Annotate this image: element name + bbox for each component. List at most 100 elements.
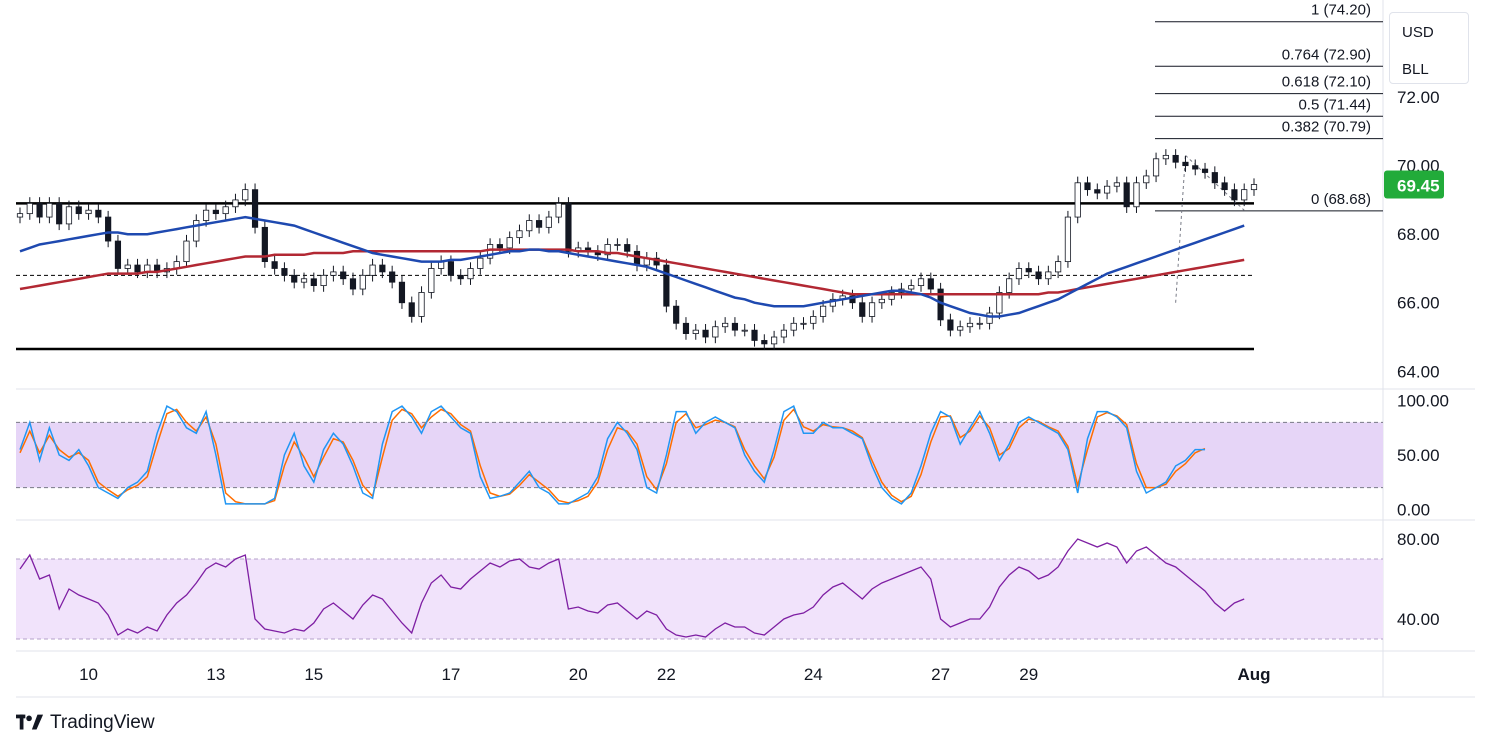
currency-unit-box[interactable]: USD BLL xyxy=(1389,12,1469,84)
currency-label: USD xyxy=(1402,24,1434,41)
candle-body xyxy=(1152,158,1160,177)
fibonacci-retracement: 1 (74.20) 0.764 (72.90) 0.618 (72.10) 0.5 (… xyxy=(1155,2,1383,303)
candle-body xyxy=(457,274,464,280)
candle-body xyxy=(1250,184,1258,191)
candle-body xyxy=(477,257,484,269)
stoch-tick-label: 100.00 xyxy=(1397,392,1449,411)
candle-body xyxy=(114,240,122,269)
candle-body xyxy=(761,340,768,345)
candle-body xyxy=(878,298,885,304)
candle-body xyxy=(800,322,807,325)
candle-body xyxy=(722,322,729,328)
chart-canvas: 1 (74.20) 0.764 (72.90) 0.618 (72.10) 0.5 (… xyxy=(16,0,1475,698)
candle-body xyxy=(428,268,435,293)
candle-body xyxy=(85,209,92,215)
rsi-tick-label: 40.00 xyxy=(1397,610,1440,629)
candle-body xyxy=(56,202,63,225)
candle-body xyxy=(1182,161,1189,167)
candle-body xyxy=(1211,172,1218,184)
candle-body xyxy=(1231,189,1238,201)
candle-body xyxy=(790,322,797,331)
candle-body xyxy=(996,292,1003,314)
symbol-label: BLL xyxy=(1402,61,1429,78)
time-tick-label: 17 xyxy=(441,665,460,684)
candle-body xyxy=(418,292,425,317)
candle-body xyxy=(917,278,925,287)
tradingview-logo-icon xyxy=(16,714,44,730)
candle-body xyxy=(359,274,366,290)
candle-body xyxy=(976,322,983,325)
candle-body xyxy=(1221,182,1228,191)
candle-body xyxy=(379,264,386,273)
candle-body xyxy=(908,285,915,290)
time-tick-label: 27 xyxy=(931,665,950,684)
candle-body xyxy=(731,322,739,331)
candle-body xyxy=(1035,271,1042,280)
candle-body xyxy=(966,322,974,328)
candle-body xyxy=(1133,182,1140,208)
candle-body xyxy=(927,278,934,290)
candle-body xyxy=(663,264,670,307)
candle-body xyxy=(310,278,317,287)
candle-body xyxy=(741,329,748,332)
candle-body xyxy=(780,329,787,338)
candle-body xyxy=(1241,189,1248,201)
candle-body xyxy=(183,240,190,263)
candle-body xyxy=(1055,261,1062,273)
fib-level-label: 0.5 (71.44) xyxy=(1298,96,1371,113)
candle-body xyxy=(251,189,259,228)
candle-body xyxy=(986,312,993,324)
candle-body xyxy=(516,230,523,239)
candle-body xyxy=(535,220,543,228)
candle-body xyxy=(673,305,680,324)
candle-body xyxy=(682,322,690,334)
price-tick-label: 66.00 xyxy=(1397,294,1440,313)
candle-body xyxy=(124,264,131,269)
candle-body xyxy=(1113,182,1120,187)
candle-body xyxy=(202,209,210,221)
candle-body xyxy=(633,250,641,266)
fib-level-label: 0 (68.68) xyxy=(1311,191,1371,208)
candle-body xyxy=(212,209,219,215)
candle-body xyxy=(819,305,827,317)
candle-body xyxy=(408,302,415,317)
candle-body xyxy=(1201,168,1209,173)
candle-body xyxy=(75,206,82,215)
last-price-label: 69.45 xyxy=(1397,177,1440,196)
candle-body xyxy=(692,329,699,334)
stoch-tick-label: 50.00 xyxy=(1397,446,1440,465)
candle-body xyxy=(614,244,621,246)
candle-body xyxy=(624,244,631,252)
candle-body xyxy=(751,329,758,341)
candle-body xyxy=(771,336,778,345)
candle-body xyxy=(36,202,43,218)
fib-trendline-up xyxy=(1175,155,1186,303)
fib-level-label: 0.764 (72.90) xyxy=(1282,46,1371,63)
price-tick-label: 68.00 xyxy=(1397,225,1440,244)
candle-body xyxy=(1172,154,1179,163)
tradingview-logo: TradingView xyxy=(16,712,155,734)
candle-body xyxy=(193,220,200,242)
candle-body xyxy=(1143,175,1150,184)
candle-body xyxy=(1084,182,1091,191)
candle-body xyxy=(1104,185,1111,194)
candle-body xyxy=(95,209,102,218)
candle-body xyxy=(859,302,866,317)
candle-body xyxy=(26,202,33,215)
time-tick-label: Aug xyxy=(1237,665,1270,684)
candle-body xyxy=(555,202,562,218)
candle-body xyxy=(134,264,141,273)
candle-body xyxy=(46,202,53,218)
time-tick-label: 13 xyxy=(206,665,225,684)
candle-body xyxy=(702,329,709,338)
candle-body xyxy=(300,278,308,283)
time-tick-label: 24 xyxy=(804,665,823,684)
candle-body xyxy=(1015,268,1023,280)
time-axis: 10 13 15 17 20 22 24 27 29 Aug xyxy=(79,665,1270,684)
candle-body xyxy=(810,316,817,324)
candle-body xyxy=(398,281,406,304)
candle-body xyxy=(232,199,239,208)
candle-body xyxy=(222,206,229,215)
candlesticks xyxy=(16,149,1258,351)
time-tick-label: 10 xyxy=(79,665,98,684)
